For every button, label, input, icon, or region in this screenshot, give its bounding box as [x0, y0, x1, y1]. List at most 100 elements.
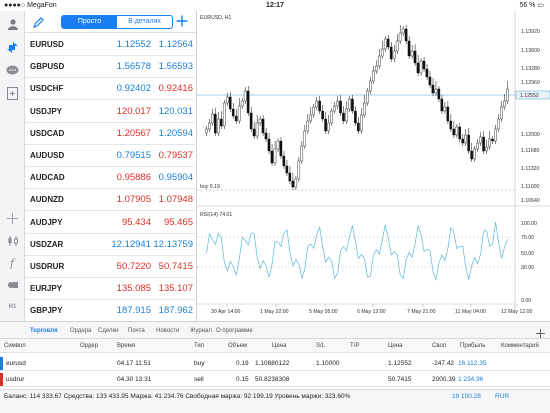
quote-row-usdcad[interactable]: USDCAD 1.20567 1.20594 [25, 123, 197, 145]
candle [267, 138, 271, 152]
candle [205, 128, 208, 134]
column-header: Тип [194, 343, 205, 349]
candle [222, 102, 226, 127]
quotes-header: Просто В деталях [25, 11, 197, 33]
indicators-icon[interactable]: f [4, 254, 21, 271]
price-tick: 1.13920 [521, 29, 540, 35]
quote-symbol: GBPUSD [30, 62, 65, 72]
side-toolbar: f H1 [0, 11, 25, 321]
tab-detailed[interactable]: В деталях [117, 16, 172, 28]
chat-icon[interactable] [4, 62, 21, 79]
candles-icon[interactable] [4, 232, 21, 249]
candle [246, 90, 250, 114]
candle [276, 140, 280, 150]
candle [324, 118, 327, 132]
svg-text:f: f [9, 257, 16, 269]
quote-row-usdchf[interactable]: USDCHF 0.92402 0.92416 [25, 78, 197, 101]
position-type: buy [194, 360, 205, 367]
objects-icon[interactable] [4, 276, 21, 293]
quote-row-audjpy[interactable]: AUDJPY 95.434 95.465 [25, 212, 197, 234]
tab-simple[interactable]: Просто [62, 16, 117, 28]
candle [309, 114, 312, 122]
crosshair-icon[interactable] [4, 210, 21, 227]
quote-row-audnzd[interactable]: AUDNZD 1.07905 1.07948 [25, 189, 197, 212]
column-header: Объем [228, 343, 248, 349]
quote-symbol: EURJPY [30, 284, 63, 294]
candle [351, 98, 354, 112]
quote-ask: 120.031 [158, 105, 193, 117]
candle [434, 88, 438, 94]
candle [255, 122, 259, 137]
column-header: Своп [432, 343, 447, 349]
quote-ask: 0.92416 [158, 83, 193, 95]
candle [419, 60, 423, 74]
position-profit: 1 234.96 [458, 376, 484, 383]
candle [479, 136, 482, 144]
accounts-icon[interactable] [4, 15, 21, 32]
rsi-label: RSI(14) 74.01 [200, 212, 232, 218]
quote-row-eurjpy[interactable]: EURJPY 135.085 135.107 [25, 278, 197, 301]
candle [294, 178, 298, 188]
column-header: Ордер [80, 343, 99, 349]
position-time: 04.30 13:31 [117, 376, 152, 383]
price-tick: 1.11000 [521, 184, 539, 190]
candle [363, 102, 366, 116]
candle [318, 100, 321, 112]
quote-row-usdjpy[interactable]: USDJPY 120.017 120.031 [25, 101, 197, 123]
candle [297, 160, 301, 180]
candle [303, 130, 307, 147]
price-chart[interactable]: 1.139201.136001.132801.129601.126401.120… [197, 11, 550, 321]
chart-symbol-label: EURUSD, H1 [200, 15, 232, 21]
quote-ask: 187.962 [158, 305, 193, 317]
candle [458, 126, 462, 140]
candle [413, 50, 417, 64]
candle [217, 118, 220, 134]
battery-icon: ▭ [537, 2, 544, 9]
tab-2[interactable]: Сделки [98, 322, 118, 340]
position-type: sell [194, 376, 204, 383]
candle [380, 48, 384, 57]
quote-symbol: EURUSD [30, 40, 64, 49]
quote-row-gbpjpy[interactable]: GBPJPY 187.915 187.962 [25, 300, 197, 323]
column-header: Цена [272, 343, 287, 349]
candle [327, 122, 330, 132]
quote-symbol: AUDNZD [30, 195, 64, 205]
quote-ask: 1.07948 [158, 194, 193, 206]
quote-row-gbpusd[interactable]: GBPUSD 1.56578 1.56593 [25, 56, 197, 79]
quote-symbol: USDCHF [30, 84, 64, 94]
tab-6[interactable]: О программе [216, 322, 253, 340]
quote-row-eurusd[interactable]: EURUSD 1.12552 1.12564 [25, 34, 197, 56]
column-header: Прибыль [460, 343, 486, 349]
candle [443, 106, 447, 112]
chart-canvas[interactable]: 1.139201.136001.132801.129601.126401.120… [197, 11, 550, 321]
candle [401, 28, 405, 34]
candle [506, 88, 509, 102]
candle [315, 100, 318, 108]
quote-row-audusd[interactable]: AUDUSD 0.79515 0.79537 [25, 145, 197, 167]
tab-1[interactable]: Ордера [70, 322, 91, 340]
tab-5[interactable]: Журнал [190, 322, 212, 340]
timeframe-icon[interactable]: H1 [4, 298, 21, 315]
trade-arrows-icon[interactable] [4, 39, 21, 56]
add-symbol-icon[interactable] [176, 14, 188, 32]
time-tick: 7 May 21:00 [407, 309, 436, 315]
tab-4[interactable]: Новости [156, 322, 179, 340]
edit-icon[interactable] [33, 15, 44, 33]
tab-0[interactable]: Торговля [30, 322, 58, 340]
position-row[interactable]: eurusd 04.17 11:51 buy 0.19 1.10880122 1.1000… [0, 356, 550, 371]
quote-ask: 50.7415 [158, 261, 193, 272]
candle [214, 113, 217, 134]
position-row[interactable]: usdrur 04.30 13:31 sell 0.15 50.8238308 50.74… [0, 372, 550, 387]
time-tick: 6 May 12:00 [357, 309, 386, 315]
candle [407, 40, 411, 57]
candle [383, 38, 387, 50]
tab-3[interactable]: Почта [128, 322, 145, 340]
quote-row-usdrur[interactable]: USDRUR 50.7220 50.7415 [25, 256, 197, 278]
candle [437, 88, 441, 100]
quote-ask: 1.20594 [158, 127, 193, 139]
quote-row-usdzar[interactable]: USDZAR 12.12941 12.13759 [25, 234, 197, 256]
quotes-view-toggle: Просто В деталях [61, 15, 173, 29]
price-tick: 1.10640 [521, 198, 540, 204]
quote-row-audcad[interactable]: AUDCAD 0.95886 0.95904 [25, 167, 197, 190]
new-document-icon[interactable] [4, 85, 21, 102]
